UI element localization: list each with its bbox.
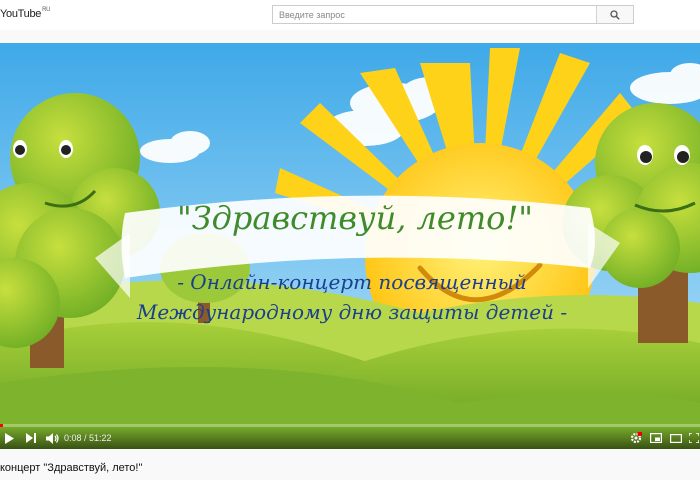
- play-button[interactable]: [2, 430, 16, 446]
- theater-icon: [670, 433, 682, 443]
- time-display: 0:08 / 51:22: [64, 433, 112, 443]
- subtitle-line-2: Международному дню защиты детей -: [136, 300, 567, 324]
- youtube-logo[interactable]: YouTubeRU: [0, 7, 51, 20]
- search-input[interactable]: [273, 6, 596, 23]
- play-icon: [5, 432, 14, 444]
- video-player[interactable]: "Здравствуй, лето!" - Онлайн-концерт пос…: [0, 43, 700, 449]
- volume-icon: [45, 432, 59, 444]
- search-button[interactable]: [596, 6, 633, 23]
- masthead: YouTubeRU: [0, 0, 700, 30]
- subtitle-line-1: - Онлайн-концерт посвященный: [177, 270, 527, 294]
- logo-text: YouTube: [0, 8, 42, 20]
- fullscreen-button[interactable]: [688, 430, 700, 446]
- miniplayer-icon: [650, 433, 662, 443]
- video-title: концерт "Здравствуй, лето!": [0, 462, 143, 474]
- volume-button[interactable]: [44, 430, 60, 446]
- next-icon: [26, 433, 36, 443]
- theater-button[interactable]: [668, 430, 684, 446]
- player-controls: 0:08 / 51:22: [0, 424, 700, 449]
- video-frame: "Здравствуй, лето!" - Онлайн-концерт пос…: [0, 43, 700, 449]
- fullscreen-icon: [689, 433, 699, 443]
- next-button[interactable]: [24, 430, 38, 446]
- search-icon: [610, 9, 620, 20]
- search-box: [272, 5, 634, 24]
- progress-bar[interactable]: [0, 424, 700, 427]
- banner-title: "Здравствуй, лето!": [177, 199, 533, 237]
- settings-button[interactable]: [628, 430, 644, 446]
- miniplayer-button[interactable]: [648, 430, 664, 446]
- settings-icon: [630, 432, 642, 444]
- progress-fill: [0, 424, 3, 427]
- logo-region: RU: [42, 7, 51, 13]
